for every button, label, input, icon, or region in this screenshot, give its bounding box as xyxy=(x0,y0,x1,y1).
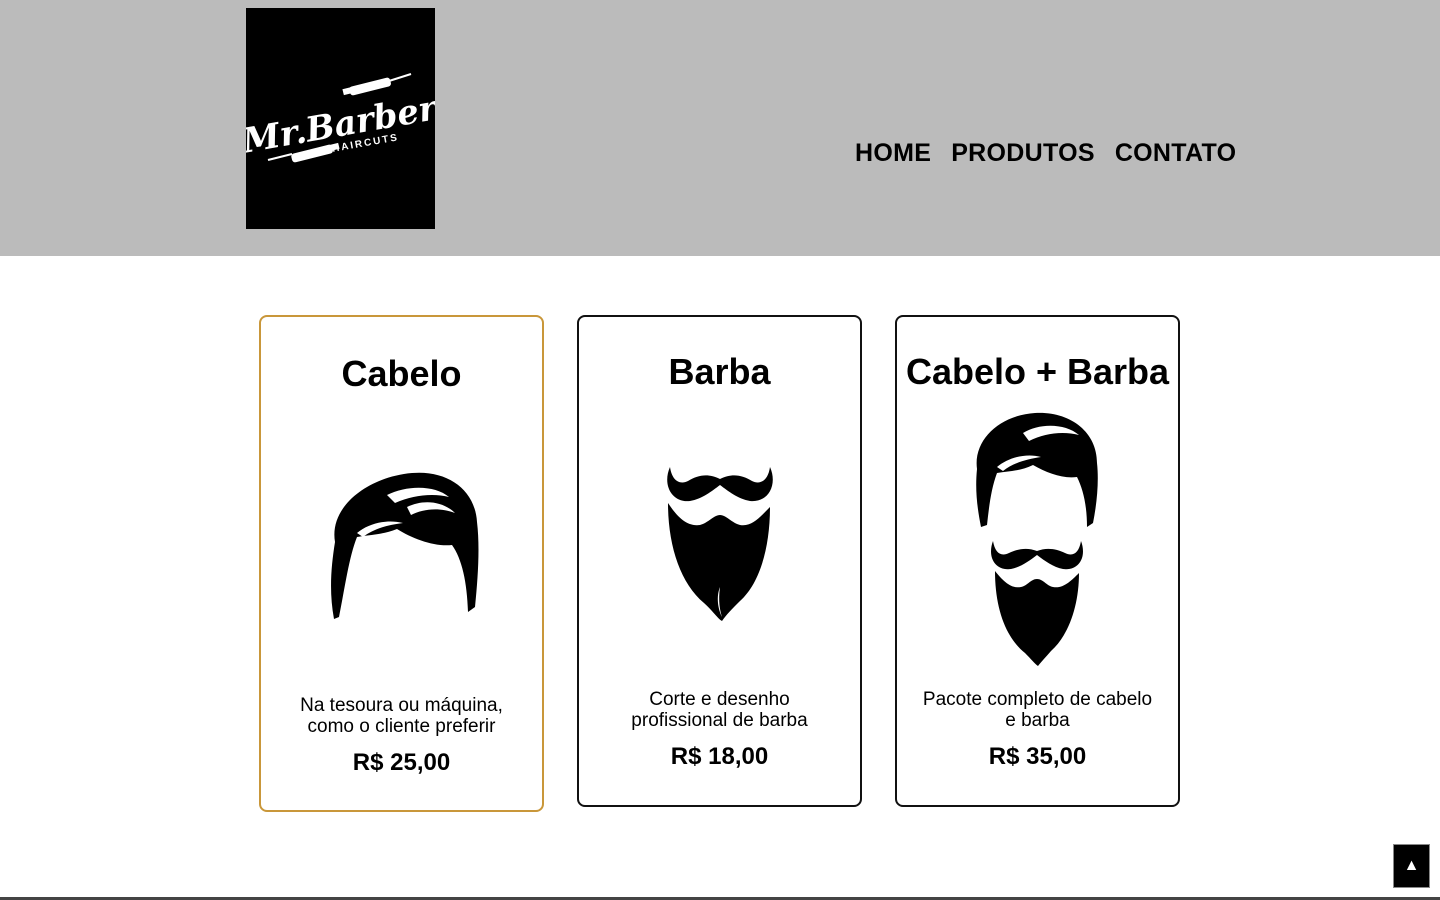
beard-icon xyxy=(579,455,860,625)
hair-and-beard-icon xyxy=(897,411,1178,666)
mr-barber-logo[interactable]: Mr.Barber HAIRCUTS xyxy=(246,8,435,229)
nav-produtos-link[interactable]: PRODUTOS xyxy=(941,136,1105,170)
card-title: Cabelo + Barba xyxy=(905,351,1170,392)
nav-contato-link[interactable]: CONTATO xyxy=(1105,136,1247,170)
card-description: Na tesoura ou máquina, como o cliente pr… xyxy=(300,695,503,737)
hair-icon xyxy=(261,467,542,622)
product-card-cabelo-barba[interactable]: Cabelo + Barba Pacote completo de cabelo… xyxy=(895,315,1180,807)
card-price: R$ 35,00 xyxy=(988,743,1087,770)
back-to-top-button[interactable]: ▲ xyxy=(1393,844,1430,888)
card-price: R$ 18,00 xyxy=(670,743,769,770)
nav-home-link[interactable]: HOME xyxy=(845,136,941,170)
card-price: R$ 25,00 xyxy=(352,749,451,776)
card-description: Pacote completo de cabelo e barba xyxy=(922,689,1153,731)
card-description: Corte e desenho profissional de barba xyxy=(631,689,808,731)
product-card-barba[interactable]: Barba Corte e desenho profissional de ba… xyxy=(577,315,862,807)
card-title: Cabelo xyxy=(341,353,462,394)
logo-graphic: Mr.Barber HAIRCUTS xyxy=(246,73,435,163)
product-card-cabelo[interactable]: Cabelo Na tesoura ou máquina, como o cli… xyxy=(259,315,544,812)
main-nav: HOME PRODUTOS CONTATO xyxy=(845,136,1246,170)
site-header: Mr.Barber HAIRCUTS HOME PRODUTOS CONTATO xyxy=(0,0,1440,256)
arrow-up-icon: ▲ xyxy=(1403,857,1420,874)
card-title: Barba xyxy=(668,351,771,392)
